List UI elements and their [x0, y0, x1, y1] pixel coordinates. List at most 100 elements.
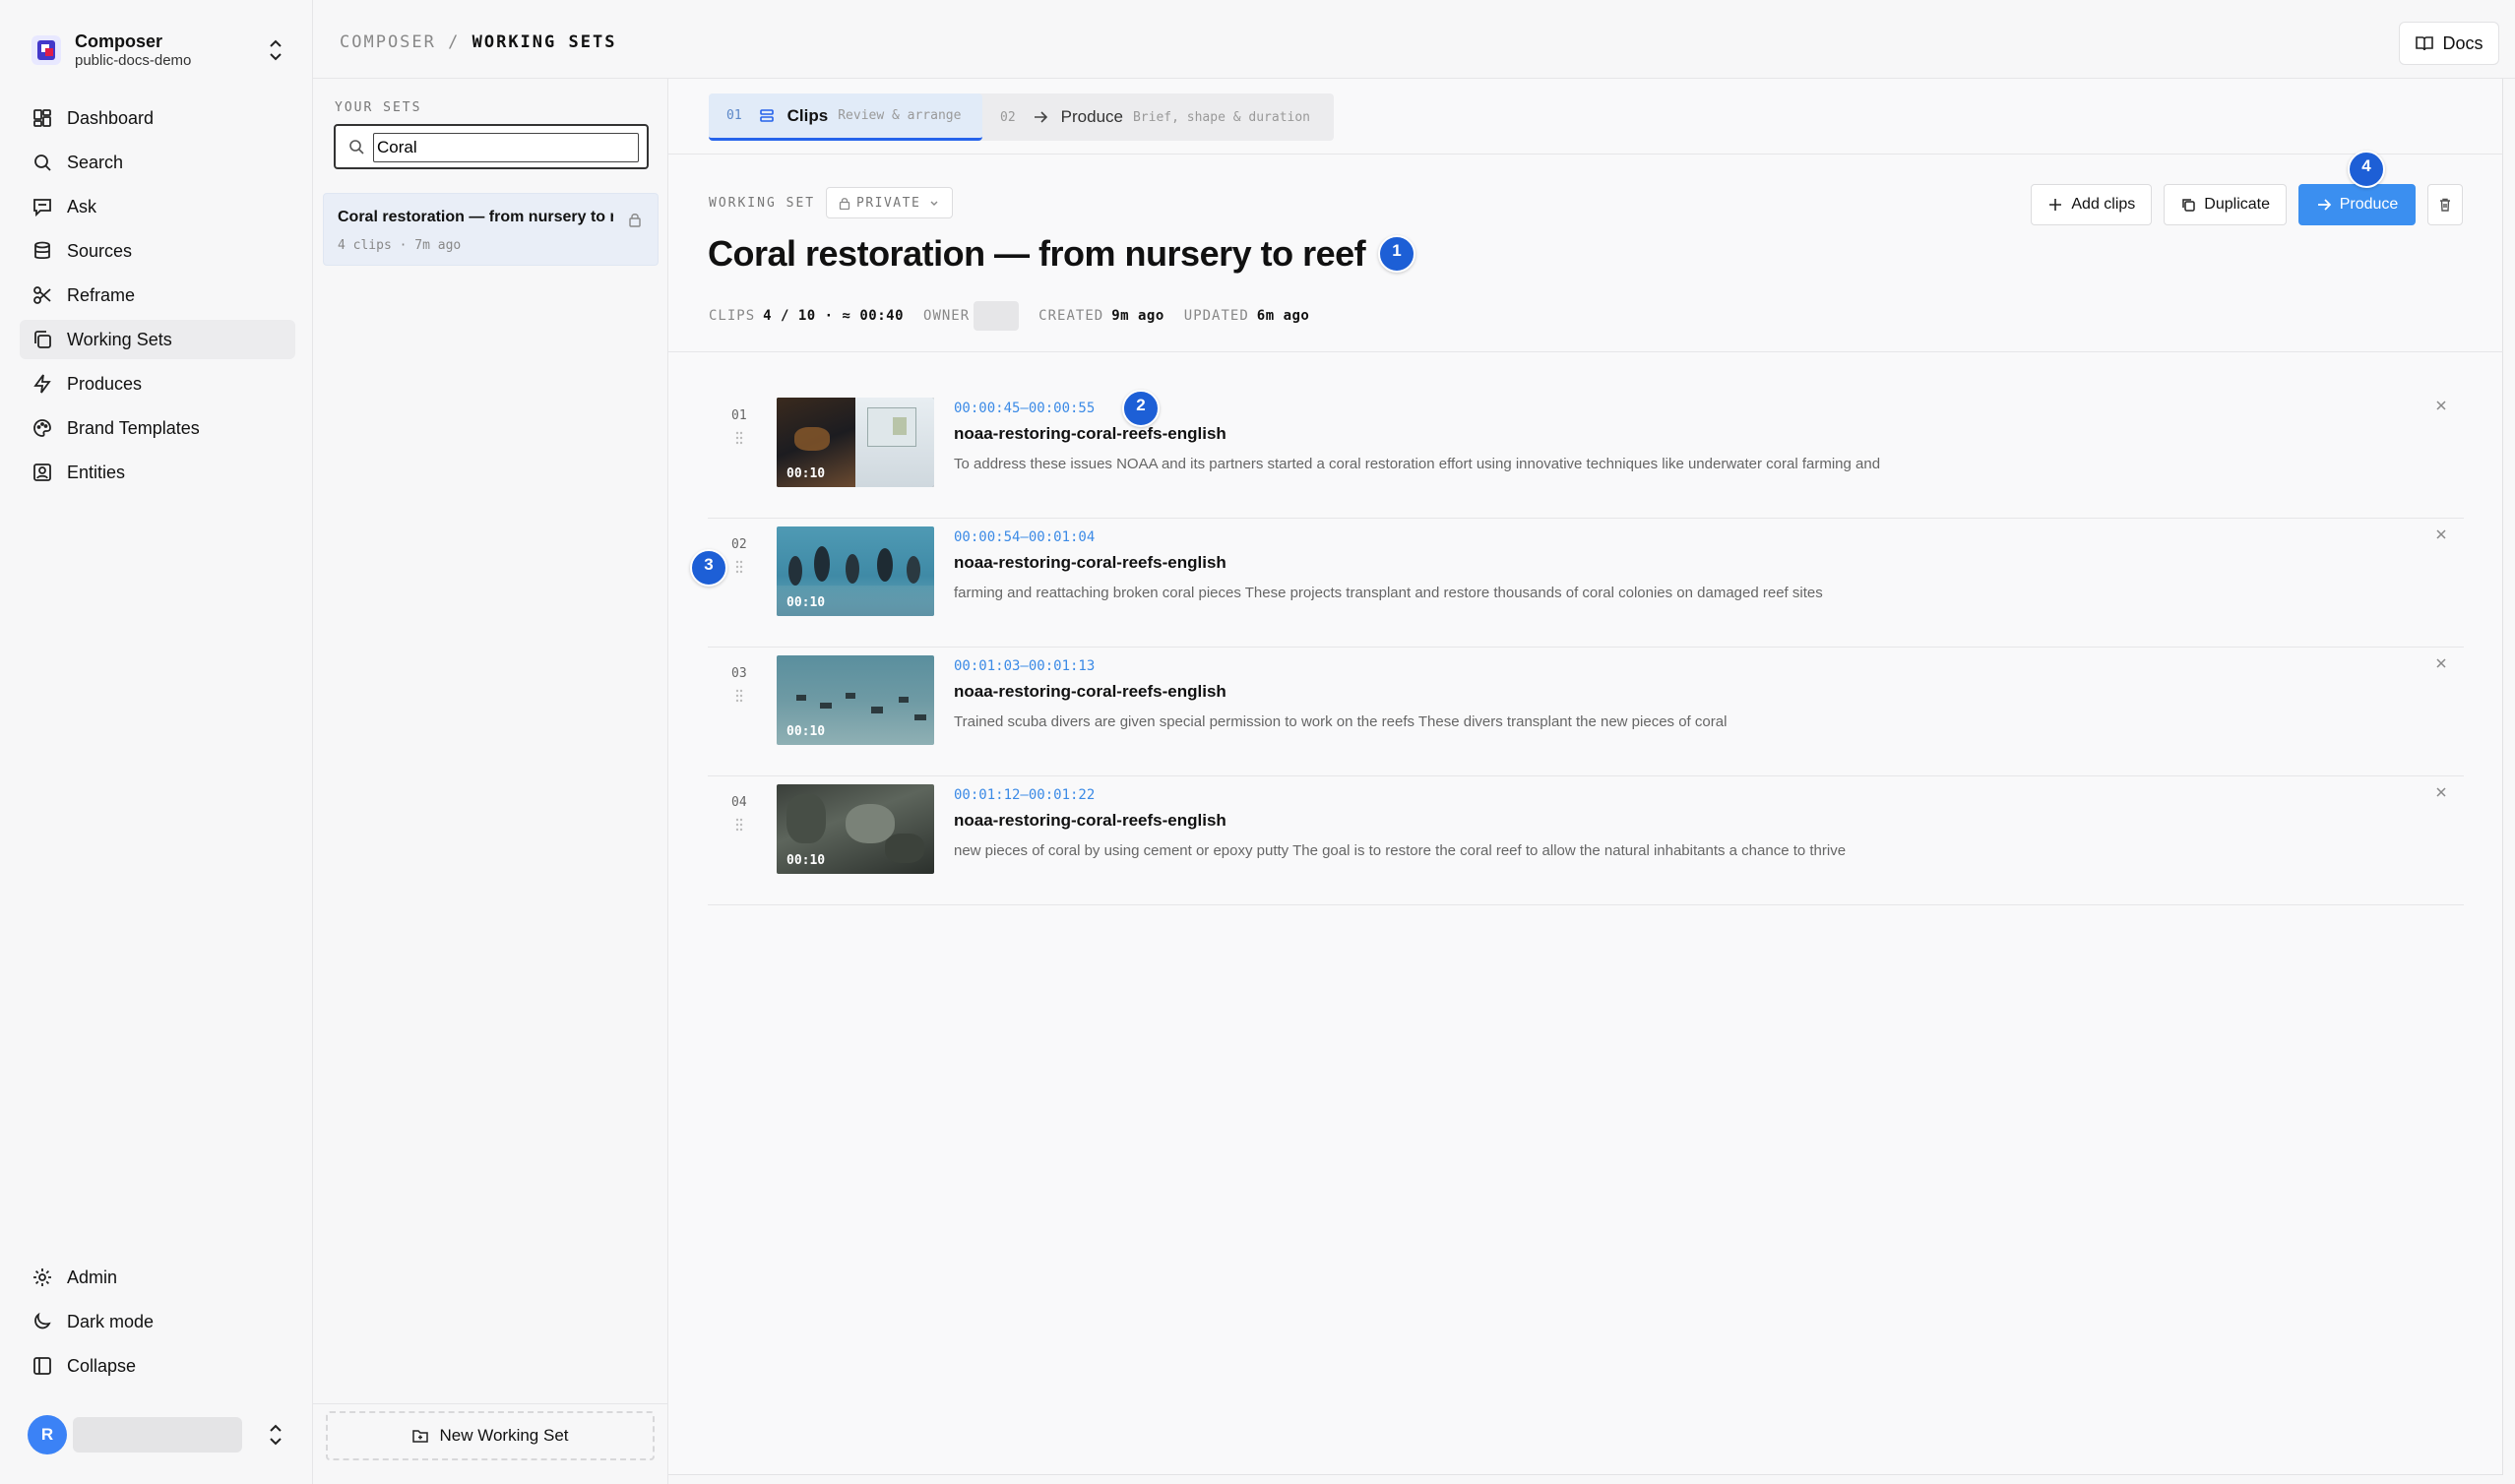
clip-thumbnail[interactable]: 00:10 — [777, 784, 934, 874]
privacy-dropdown[interactable]: PRIVATE — [826, 187, 954, 218]
created-value: 9m ago — [1111, 308, 1164, 324]
clip-duration: 00:10 — [786, 466, 826, 481]
created-label: CREATED — [1038, 308, 1104, 324]
page-title: Coral restoration — from nursery to reef — [708, 233, 1366, 274]
clip-thumbnail[interactable]: 00:10 — [777, 655, 934, 745]
duplicate-button[interactable]: Duplicate — [2164, 184, 2287, 225]
clip-row[interactable]: 01 00:10 00:00:45–00:00:55 noaa-restorin… — [708, 390, 2464, 519]
breadcrumb: COMPOSER / WORKING SETS — [340, 32, 616, 52]
set-list-item[interactable]: Coral restoration — from nursery to r...… — [323, 193, 659, 266]
nav-label: Entities — [67, 462, 126, 482]
clip-source-name: noaa-restoring-coral-reefs-english — [954, 553, 1226, 572]
clip-source-name: noaa-restoring-coral-reefs-english — [954, 811, 1226, 830]
tab-number: 02 — [1000, 109, 1016, 125]
chevron-down-icon — [930, 201, 938, 206]
step-tabs: 01 Clips Review & arrange 02 Produce Bri… — [709, 93, 1334, 141]
list-icon — [759, 108, 774, 122]
drag-handle-icon[interactable] — [735, 689, 743, 703]
nav-item-admin[interactable]: Admin — [20, 1258, 295, 1297]
nav-item-search[interactable]: Search — [20, 143, 295, 182]
add-clips-button[interactable]: Add clips — [2031, 184, 2153, 225]
duplicate-label: Duplicate — [2204, 196, 2270, 213]
nav-item-produces[interactable]: Produces — [20, 364, 295, 403]
tab-clips[interactable]: 01 Clips Review & arrange — [709, 93, 982, 141]
lock-icon — [839, 197, 850, 210]
clip-thumbnail[interactable]: 00:10 — [777, 526, 934, 616]
contact-icon — [33, 464, 51, 481]
clip-duration: 00:10 — [786, 724, 826, 739]
palette-icon — [33, 419, 51, 437]
org-subtitle: public-docs-demo — [75, 51, 192, 69]
produce-button[interactable]: Produce — [2298, 184, 2416, 225]
working-set-meta: CLIPS 4 / 10 · ≈ 00:40 OWNER CREATED 9m … — [709, 300, 1329, 332]
nav-item-collapse[interactable]: Collapse — [20, 1346, 295, 1386]
main-nav: Dashboard Search Ask Sources Reframe Wor… — [20, 98, 295, 497]
nav-item-dashboard[interactable]: Dashboard — [20, 98, 295, 138]
nav-label: Admin — [67, 1267, 118, 1287]
tab-subtitle: Review & arrange — [838, 108, 962, 123]
updated-label: UPDATED — [1183, 308, 1249, 324]
annotation-badge: 3 — [690, 549, 727, 587]
close-icon[interactable] — [2434, 785, 2448, 799]
set-title: Coral restoration — from nursery to r... — [338, 209, 613, 225]
sets-search-input[interactable] — [373, 133, 639, 162]
privacy-value: PRIVATE — [856, 195, 921, 211]
working-set-label: WORKING SET — [709, 196, 816, 211]
clip-thumbnail[interactable]: 00:10 — [777, 398, 934, 487]
clip-timecode: 00:01:03–00:01:13 — [954, 658, 1096, 674]
clip-row[interactable]: 03 00:10 00:01:03–00:01:13 noaa-restorin… — [708, 648, 2464, 776]
clip-transcript: To address these issues NOAA and its par… — [954, 456, 1881, 472]
avatar: R — [28, 1415, 67, 1454]
nav-label: Working Sets — [67, 329, 172, 349]
close-icon[interactable] — [2434, 656, 2448, 670]
clip-row[interactable]: 02 00:10 00:00:54–00:01:04 noaa-restorin… — [708, 519, 2464, 648]
updated-value: 6m ago — [1256, 308, 1310, 324]
org-switcher[interactable]: Composer public-docs-demo — [24, 20, 293, 81]
divider — [668, 351, 2503, 352]
nav-item-sources[interactable]: Sources — [20, 231, 295, 271]
close-icon[interactable] — [2434, 527, 2448, 541]
clip-transcript: Trained scuba divers are given special p… — [954, 713, 1728, 730]
arrow-right-icon — [2317, 199, 2331, 211]
divider — [313, 1403, 668, 1404]
clip-timecode: 00:00:54–00:01:04 — [954, 529, 1096, 545]
clip-row[interactable]: 04 00:10 00:01:12–00:01:22 noaa-restorin… — [708, 776, 2464, 905]
bottom-nav: Admin Dark mode Collapse — [20, 1258, 295, 1391]
nav-label: Brand Templates — [67, 417, 200, 438]
nav-item-reframe[interactable]: Reframe — [20, 276, 295, 315]
clip-number: 03 — [731, 666, 747, 681]
sidebar: Composer public-docs-demo Dashboard Sear… — [0, 0, 313, 1484]
user-menu[interactable]: R — [28, 1414, 293, 1455]
book-icon — [2416, 36, 2434, 51]
clip-source-name: noaa-restoring-coral-reefs-english — [954, 424, 1226, 443]
nav-item-working-sets[interactable]: Working Sets — [20, 320, 295, 359]
nav-label: Collapse — [67, 1355, 137, 1376]
arrow-right-icon — [1034, 111, 1047, 123]
nav-item-entities[interactable]: Entities — [20, 453, 295, 492]
owner-label: OWNER — [923, 308, 971, 324]
org-name: Composer — [75, 31, 163, 52]
moon-icon — [34, 1312, 51, 1329]
close-icon[interactable] — [2434, 399, 2448, 412]
drag-handle-icon[interactable] — [735, 818, 743, 832]
drag-handle-icon[interactable] — [735, 560, 743, 574]
sidebar-collapse-icon — [33, 1357, 51, 1375]
nav-item-brand-templates[interactable]: Brand Templates — [20, 408, 295, 448]
new-working-set-button[interactable]: New Working Set — [326, 1411, 655, 1460]
nav-label: Search — [67, 152, 124, 172]
nav-item-ask[interactable]: Ask — [20, 187, 295, 226]
clip-number: 04 — [731, 795, 747, 810]
drag-handle-icon[interactable] — [735, 431, 743, 445]
nav-label: Dark mode — [67, 1311, 155, 1331]
tab-produce[interactable]: 02 Produce Brief, shape & duration — [982, 93, 1328, 141]
dashboard-icon — [33, 109, 51, 127]
trash-icon — [2440, 198, 2450, 212]
clips-value: 4 / 10 · ≈ 00:40 — [763, 308, 905, 324]
nav-item-dark-mode[interactable]: Dark mode — [20, 1302, 295, 1341]
produce-label: Produce — [2339, 196, 2399, 213]
breadcrumb-root[interactable]: COMPOSER — [340, 32, 436, 52]
docs-button[interactable]: Docs — [2399, 22, 2499, 65]
tab-label: Clips — [786, 105, 829, 125]
delete-button[interactable] — [2427, 184, 2463, 225]
nav-label: Produces — [67, 373, 143, 394]
